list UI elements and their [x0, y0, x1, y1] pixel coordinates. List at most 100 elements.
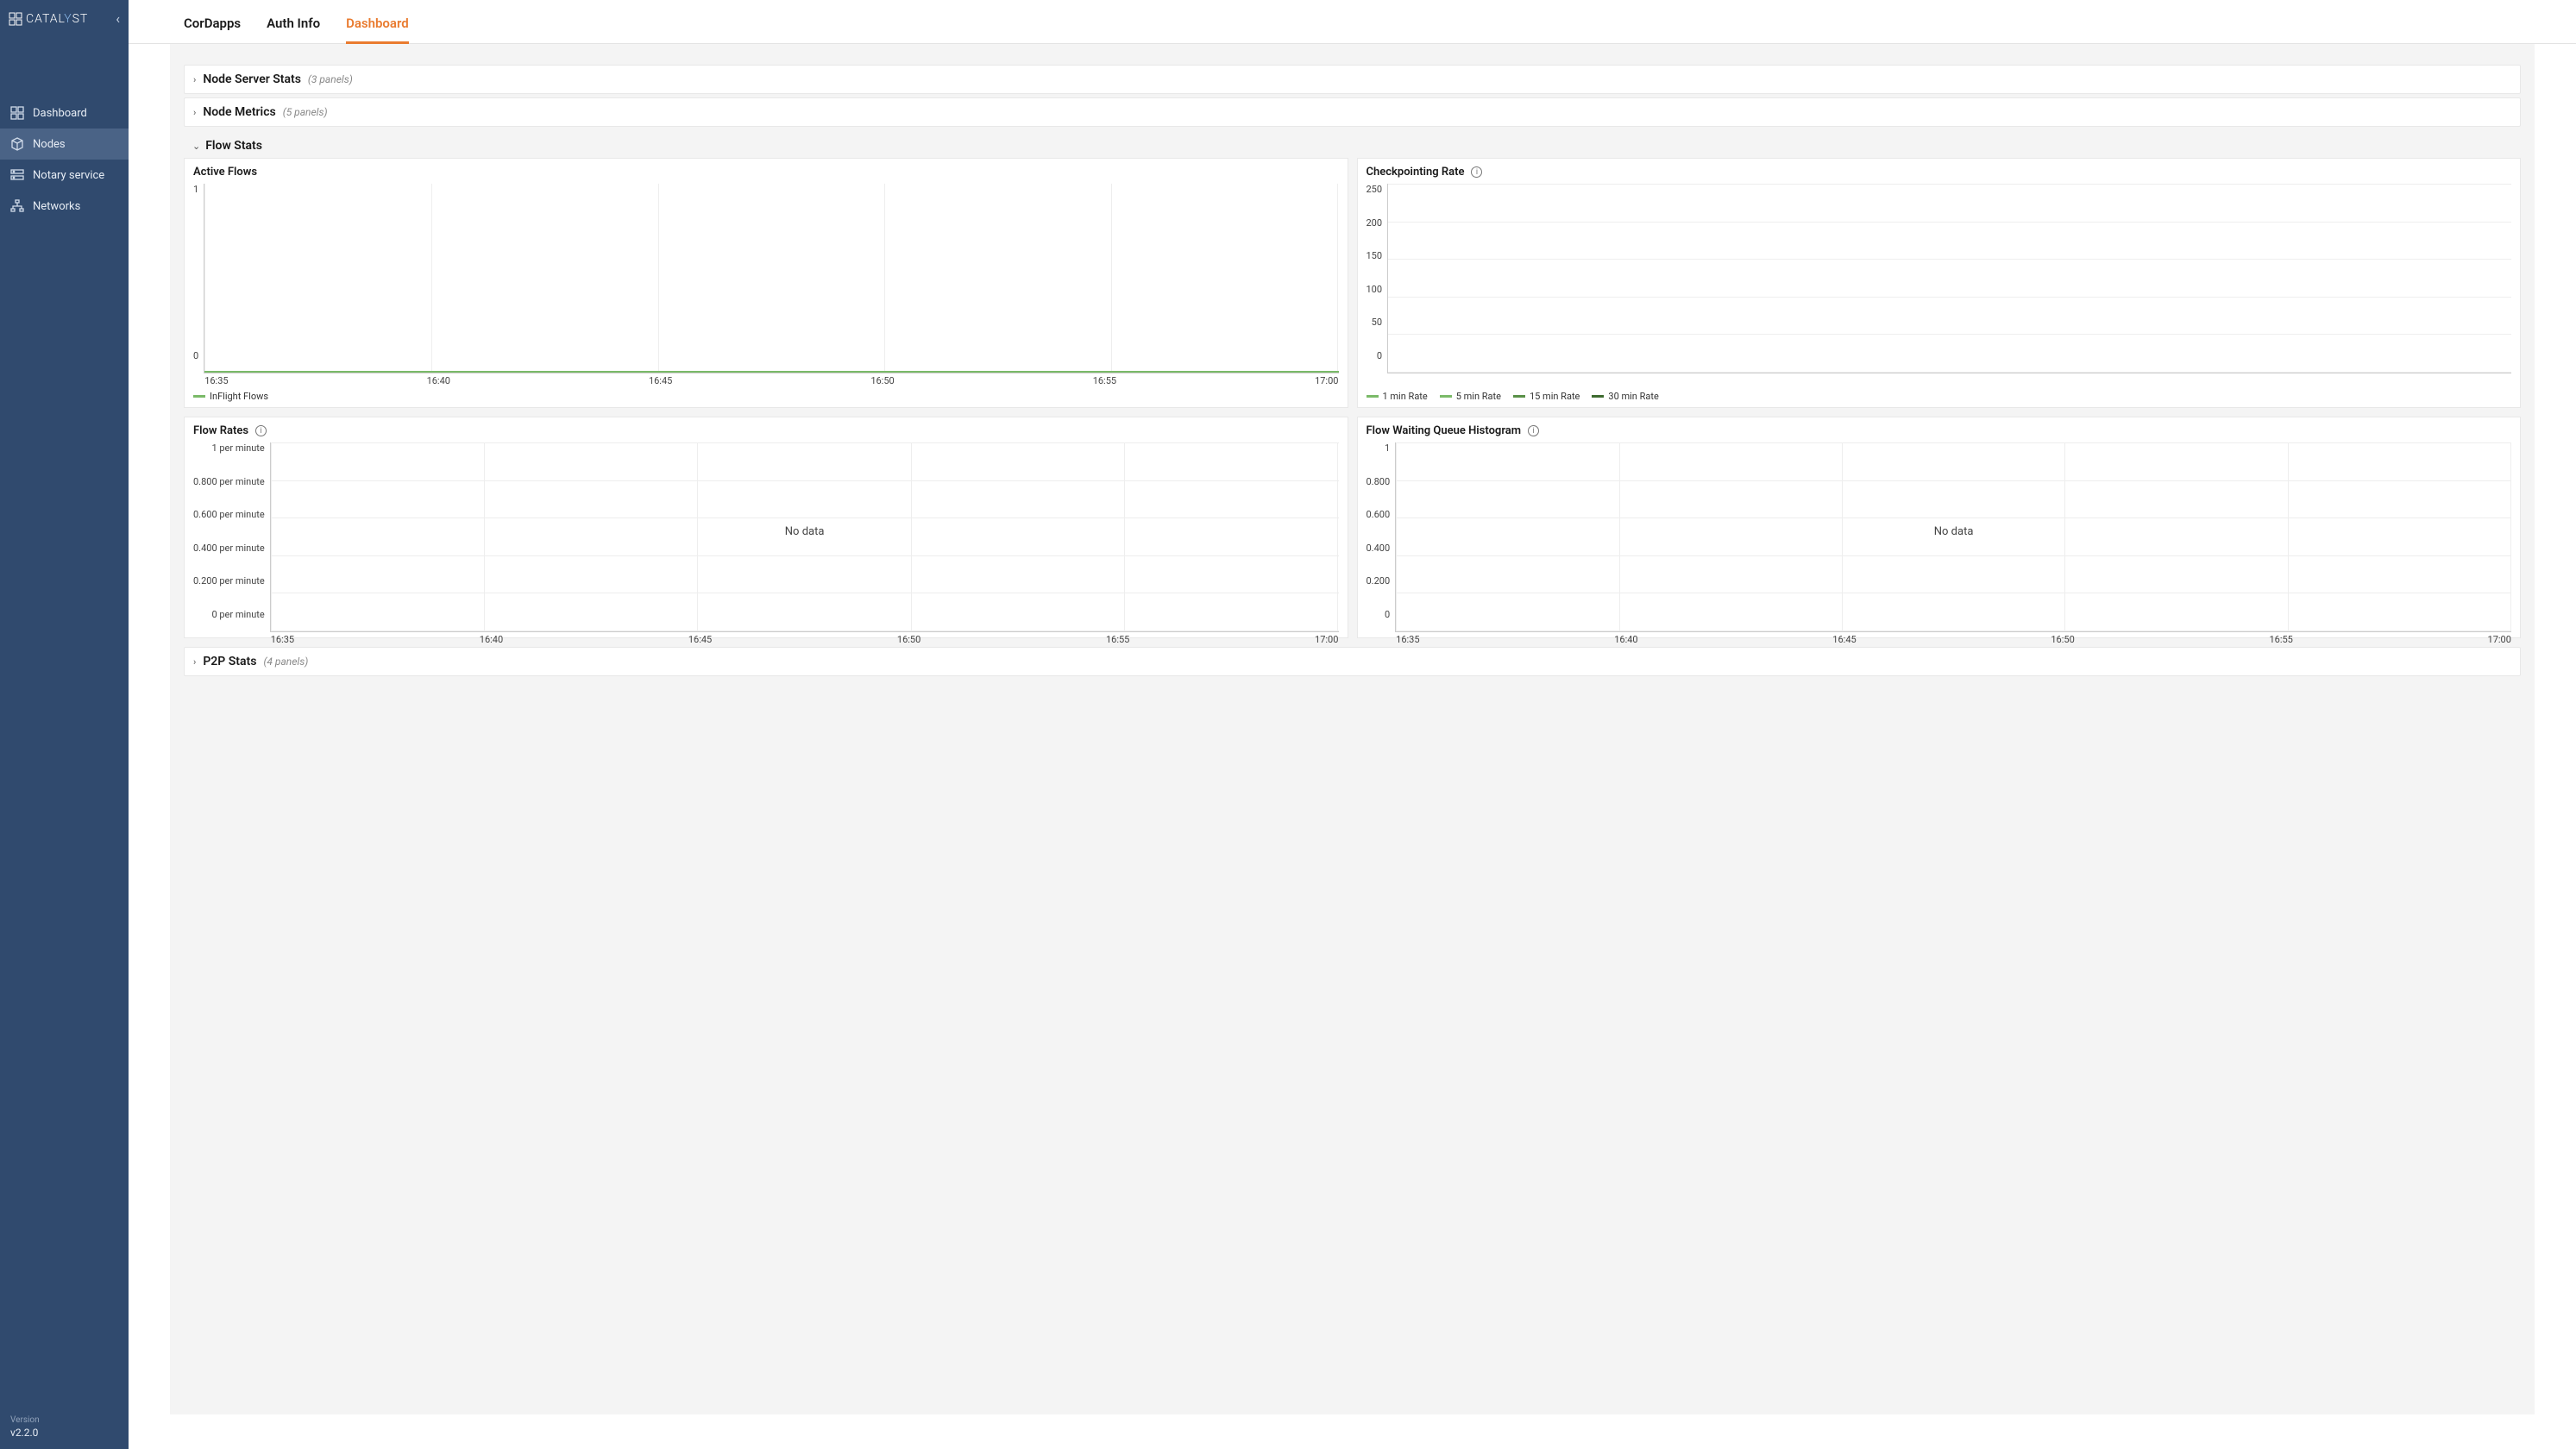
sidebar: CATALYST ‹ Dashboard Nodes Notary servic… [0, 0, 129, 1449]
plot-area[interactable]: 1 0 16:35 16:40 16:45 16:50 16:55 17:00 [193, 184, 1339, 373]
x-tick: 16:35 [1396, 634, 1419, 645]
network-icon [10, 199, 24, 213]
y-tick: 0.400 per minute [193, 543, 265, 554]
legend-item[interactable]: InFlight Flows [193, 391, 268, 402]
y-tick: 0.600 per minute [193, 509, 265, 520]
sidebar-item-label: Dashboard [33, 107, 87, 120]
y-tick: 1 per minute [211, 442, 264, 454]
legend-item[interactable]: 30 min Rate [1592, 391, 1658, 402]
legend: 1 min Rate 5 min Rate 15 min Rate 30 min… [1367, 391, 2512, 402]
logo-text: CATALYST [26, 12, 88, 26]
sidebar-item-nodes[interactable]: Nodes [0, 129, 129, 160]
chevron-right-icon: › [193, 107, 196, 118]
row-p2p-stats[interactable]: › P2P Stats (4 panels) [184, 647, 2521, 676]
sidebar-item-notary-service[interactable]: Notary service [0, 160, 129, 191]
x-tick: 16:55 [1093, 375, 1116, 386]
x-tick: 16:40 [1614, 634, 1637, 645]
legend-item[interactable]: 5 min Rate [1440, 391, 1501, 402]
sidebar-collapse-button[interactable]: ‹ [116, 10, 120, 27]
legend-swatch [193, 395, 205, 398]
legend-label: 15 min Rate [1530, 391, 1580, 402]
server-icon [10, 168, 24, 182]
x-tick: 16:55 [2269, 634, 2292, 645]
row-node-metrics[interactable]: › Node Metrics (5 panels) [184, 97, 2521, 127]
info-icon[interactable]: i [1528, 425, 1539, 436]
row-title: Flow Stats [205, 139, 262, 153]
plot-area[interactable]: 1 0.800 0.600 0.400 0.200 0 No data 16:3… [1367, 442, 2512, 632]
y-tick: 0 [193, 350, 198, 361]
x-tick: 16:50 [870, 375, 894, 386]
sidebar-item-label: Networks [33, 200, 80, 213]
nodata-label: No data [271, 525, 1339, 538]
legend-item[interactable]: 15 min Rate [1513, 391, 1580, 402]
version-label: Version [10, 1415, 118, 1425]
x-tick: 16:40 [480, 634, 503, 645]
y-tick: 250 [1367, 184, 1383, 195]
sidebar-item-dashboard[interactable]: Dashboard [0, 97, 129, 129]
x-tick: 16:55 [1106, 634, 1129, 645]
x-axis: 16:35 16:40 16:45 16:50 16:55 17:00 [1396, 634, 2511, 645]
plot-area[interactable]: 1 per minute 0.800 per minute 0.600 per … [193, 442, 1339, 632]
tab-auth-info[interactable]: Auth Info [267, 16, 320, 43]
info-icon[interactable]: i [255, 425, 267, 436]
chart-title: Flow Rates [193, 424, 248, 437]
sidebar-item-networks[interactable]: Networks [0, 191, 129, 222]
tab-dashboard[interactable]: Dashboard [346, 16, 409, 44]
legend-swatch [1440, 395, 1452, 398]
y-tick: 150 [1367, 250, 1383, 261]
y-tick: 0 [1385, 609, 1390, 620]
legend-swatch [1367, 395, 1379, 398]
row-count: (4 panels) [263, 656, 308, 668]
x-tick: 16:50 [2051, 634, 2074, 645]
x-tick: 17:00 [2488, 634, 2511, 645]
legend-label: 5 min Rate [1456, 391, 1501, 402]
legend-swatch [1592, 395, 1604, 398]
sidebar-item-label: Nodes [33, 138, 66, 151]
legend-label: 30 min Rate [1608, 391, 1658, 402]
y-axis: 1 0.800 0.600 0.400 0.200 0 [1367, 442, 1396, 632]
x-tick: 16:35 [204, 375, 228, 386]
flow-stats-charts: Active Flows 1 0 16:35 16:40 16:45 [184, 158, 2521, 638]
x-tick: 17:00 [1315, 634, 1338, 645]
legend-item[interactable]: 1 min Rate [1367, 391, 1428, 402]
y-tick: 0.200 [1367, 575, 1391, 586]
x-axis: 16:35 16:40 16:45 16:50 16:55 17:00 [271, 634, 1339, 645]
y-tick: 0 per minute [211, 609, 264, 620]
x-tick: 16:45 [688, 634, 712, 645]
chevron-down-icon: ⌄ [192, 141, 200, 152]
y-axis: 1 0 [193, 184, 204, 373]
y-tick: 200 [1367, 217, 1383, 229]
tab-bar: CorDapps Auth Info Dashboard [129, 0, 2576, 44]
sidebar-header: CATALYST ‹ [0, 0, 129, 37]
dashboard-icon [10, 106, 24, 120]
y-tick: 100 [1367, 284, 1383, 295]
x-tick: 16:35 [271, 634, 294, 645]
y-tick: 0.800 per minute [193, 476, 265, 487]
legend-swatch [1513, 395, 1525, 398]
chart-checkpointing-rate: Checkpointing Rate i 250 200 150 100 50 … [1357, 158, 2522, 408]
tab-cordapps[interactable]: CorDapps [184, 16, 241, 43]
x-tick: 16:45 [649, 375, 672, 386]
logo-icon [9, 12, 22, 26]
nodata-label: No data [1396, 525, 2511, 538]
info-icon[interactable]: i [1471, 166, 1482, 178]
row-flow-stats[interactable]: ⌄ Flow Stats [184, 130, 2521, 158]
row-title: P2P Stats [203, 655, 256, 668]
y-axis: 250 200 150 100 50 0 [1367, 184, 1388, 373]
row-count: (3 panels) [308, 73, 353, 85]
x-tick: 16:40 [427, 375, 450, 386]
legend-label: 1 min Rate [1383, 391, 1428, 402]
chart-title: Checkpointing Rate [1367, 166, 1465, 179]
row-node-server-stats[interactable]: › Node Server Stats (3 panels) [184, 65, 2521, 94]
plot-area[interactable]: 250 200 150 100 50 0 [1367, 184, 2512, 373]
row-title: Node Metrics [203, 105, 275, 119]
legend: InFlight Flows [193, 391, 1339, 402]
x-tick: 17:00 [1315, 375, 1338, 386]
legend-label: InFlight Flows [210, 391, 268, 402]
row-count: (5 panels) [283, 106, 328, 118]
y-tick: 0.800 [1367, 476, 1391, 487]
sidebar-item-label: Notary service [33, 169, 104, 182]
chart-active-flows: Active Flows 1 0 16:35 16:40 16:45 [184, 158, 1348, 408]
chart-title: Flow Waiting Queue Histogram [1367, 424, 1522, 437]
sidebar-version: Version v2.2.0 [0, 1405, 129, 1449]
